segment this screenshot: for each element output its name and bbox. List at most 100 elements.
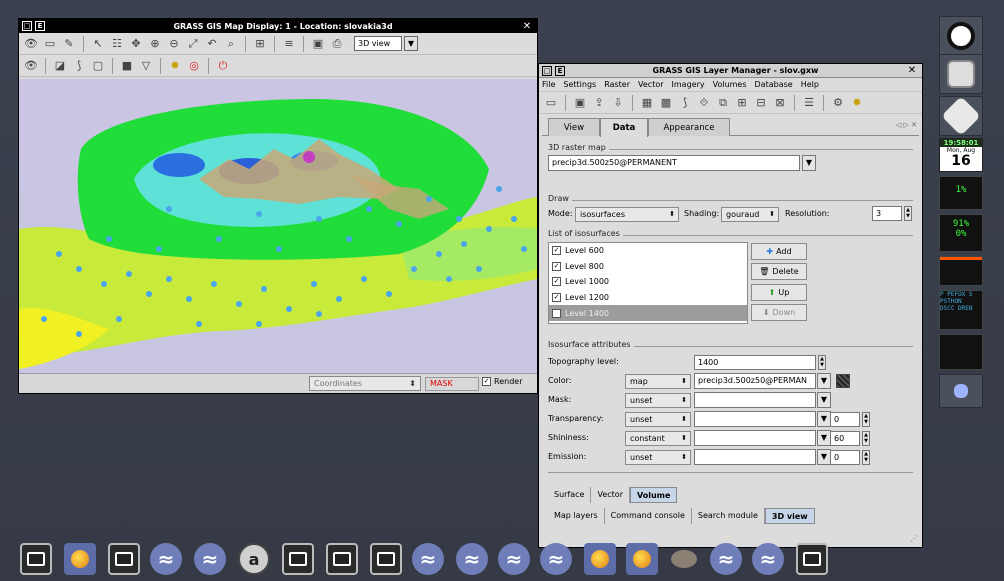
tab-volume[interactable]: Volume [629, 487, 678, 503]
tab-nav-icon[interactable]: ◁ ▷ ✕ [896, 121, 917, 129]
transparency-spin[interactable]: 0 [830, 412, 860, 427]
color-picker-swatch[interactable] [836, 374, 850, 388]
view-icon[interactable]: 👁 [23, 58, 39, 74]
mask-map-field[interactable] [694, 392, 816, 408]
add-grid-icon[interactable]: ⊟ [753, 95, 769, 111]
dock-app-logo[interactable] [939, 16, 983, 56]
mode-select[interactable]: isosurfaces ⬍ [575, 207, 679, 222]
analyze-icon[interactable]: ⊞ [252, 36, 268, 52]
chevron-down-icon[interactable]: ▼ [817, 411, 831, 427]
menu-imagery[interactable]: Imagery [672, 80, 705, 89]
shininess-spin[interactable]: 60 [830, 431, 860, 446]
render-checkbox[interactable]: ✓ Render [482, 377, 522, 386]
window-e-icon[interactable]: E [35, 21, 45, 31]
emission-spin[interactable]: 0 [830, 450, 860, 465]
spin-arrows-icon[interactable]: ▲ ▼ [862, 412, 870, 427]
menu-database[interactable]: Database [755, 80, 793, 89]
delete-button[interactable]: 🗑 Delete [751, 263, 807, 280]
menu-settings[interactable]: Settings [563, 80, 596, 89]
list-item[interactable]: ✓ Level 1200 [549, 290, 747, 306]
save-icon[interactable]: ⇩ [610, 95, 626, 111]
tab-appearance[interactable]: Appearance [648, 118, 730, 136]
tab-surface[interactable]: Surface [548, 487, 592, 503]
menu-volumes[interactable]: Volumes [713, 80, 747, 89]
shininess-map-field[interactable] [694, 430, 816, 446]
window-e-icon[interactable]: E [555, 65, 565, 76]
down-button[interactable]: ⬇ Down [751, 304, 807, 321]
add-raster-misc-icon[interactable]: ▩ [658, 95, 674, 111]
face-icon[interactable] [64, 543, 96, 575]
checkbox-checked-icon[interactable]: ✓ [552, 308, 561, 318]
zoom-extent-icon[interactable]: ⤢ [185, 36, 201, 52]
add-group-icon[interactable]: ⧉ [715, 95, 731, 111]
zoom-out-icon[interactable]: ⊖ [166, 36, 182, 52]
modeler-icon[interactable]: ⚙ [830, 95, 846, 111]
topography-spin[interactable]: 1400 [694, 355, 816, 370]
grass-icon[interactable] [412, 543, 444, 575]
close-icon[interactable]: ✕ [906, 65, 918, 76]
render-map-icon[interactable]: ▭ [42, 36, 58, 52]
spin-arrows-icon[interactable]: ▲ ▼ [862, 450, 870, 465]
zoom-back-icon[interactable]: ↶ [204, 36, 220, 52]
menu-vector[interactable]: Vector [638, 80, 664, 89]
chevron-down-icon[interactable]: ▼ [817, 430, 831, 446]
emission-map-field[interactable] [694, 449, 816, 465]
window-menu-icon[interactable]: □ [542, 65, 552, 76]
mixer-widget[interactable] [939, 334, 983, 370]
volume-icon[interactable]: ▢ [90, 58, 106, 74]
face-icon[interactable] [626, 543, 658, 575]
query-icon[interactable]: ☷ [109, 36, 125, 52]
menu-help[interactable]: Help [801, 80, 819, 89]
grass-icon[interactable] [540, 543, 572, 575]
chevron-down-icon[interactable]: ▼ [817, 449, 831, 465]
erase-icon[interactable]: ✎ [61, 36, 77, 52]
3d-canvas[interactable] [19, 79, 537, 373]
map-titlebar[interactable]: □ E GRASS GIS Map Display: 1 - Location:… [19, 19, 537, 33]
grass-icon[interactable] [710, 543, 742, 575]
tab-map-layers[interactable]: Map layers [548, 508, 605, 524]
pointer-icon[interactable]: ↖ [90, 36, 106, 52]
transparency-map-field[interactable] [694, 411, 816, 427]
spin-arrows-icon[interactable]: ▲ ▼ [862, 431, 870, 446]
checkbox-checked-icon[interactable]: ✓ [552, 261, 561, 271]
grass-icon[interactable] [150, 543, 182, 575]
checkbox-checked-icon[interactable]: ✓ [552, 246, 561, 256]
add-button[interactable]: ✚ Add [751, 243, 807, 260]
open-icon[interactable]: ⇪ [591, 95, 607, 111]
reset-icon[interactable]: ◎ [186, 58, 202, 74]
add-vector-icon[interactable]: ⟆ [677, 95, 693, 111]
face-icon[interactable] [584, 543, 616, 575]
up-button[interactable]: ⬆ Up [751, 284, 807, 301]
grass-icon[interactable] [498, 543, 530, 575]
spin-arrows-icon[interactable]: ▲ ▼ [904, 206, 912, 221]
lm-titlebar[interactable]: □ E GRASS GIS Layer Manager - slov.gxw ✕ [539, 64, 922, 78]
menu-file[interactable]: File [542, 80, 555, 89]
close-icon[interactable]: ✕ [521, 21, 533, 32]
remove-layer-icon[interactable]: ⊠ [772, 95, 788, 111]
coordinates-select[interactable]: Coordinates ⬍ [309, 376, 421, 391]
light-icon[interactable]: ■ [119, 58, 135, 74]
terminal-icon[interactable] [796, 543, 828, 575]
chevron-down-icon[interactable]: ▼ [802, 155, 816, 171]
zoom-in-icon[interactable]: ⊕ [147, 36, 163, 52]
checkbox-checked-icon[interactable]: ✓ [482, 377, 491, 386]
checkbox-checked-icon[interactable]: ✓ [552, 277, 561, 287]
color-map-field[interactable]: precip3d.500z50@PERMAN [694, 373, 816, 389]
raster-map-field[interactable]: precip3d.500z50@PERMANENT [548, 155, 800, 171]
new-workspace-icon[interactable]: ▭ [543, 95, 559, 111]
display-map-icon[interactable]: 👁 [23, 36, 39, 52]
chevron-down-icon[interactable]: ▼ [404, 36, 418, 51]
quit-icon[interactable]: ⏻ [215, 58, 231, 74]
print-icon[interactable]: ⎙ [329, 36, 345, 52]
zoom-menu-icon[interactable]: ⌕ [223, 36, 239, 52]
decoration-icon[interactable]: ≡ [281, 36, 297, 52]
resolution-spin[interactable]: 3 [872, 206, 902, 221]
dock-app-misc[interactable] [939, 374, 983, 408]
terminal-icon[interactable] [108, 543, 140, 575]
add-overlay-icon[interactable]: ⊞ [734, 95, 750, 111]
chevron-down-icon[interactable]: ▼ [817, 392, 831, 408]
color-mode-select[interactable]: map ⬍ [625, 374, 691, 389]
shading-select[interactable]: gouraud ⬍ [721, 207, 779, 222]
add-vector-misc-icon[interactable]: ⟐ [696, 95, 712, 111]
gimp-icon[interactable] [668, 543, 700, 575]
